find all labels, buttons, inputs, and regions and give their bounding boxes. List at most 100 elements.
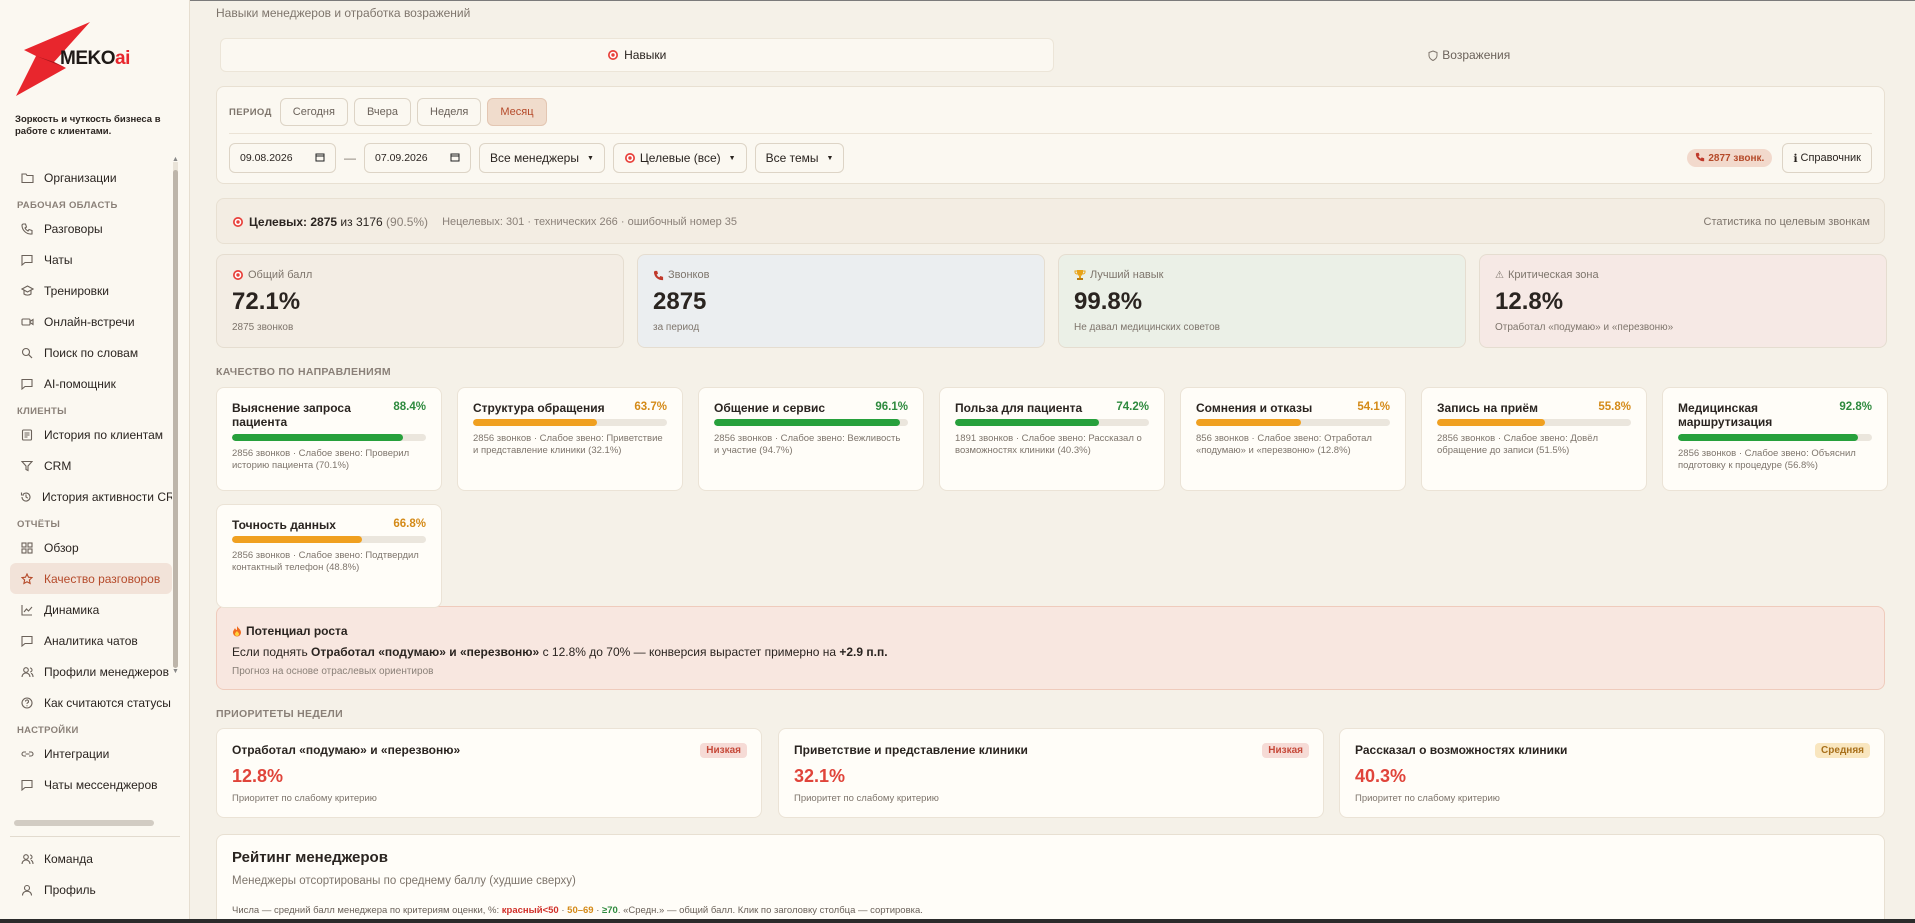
window-bottom-strip [0, 919, 1915, 923]
legend-text-post: . «Средн.» — общий балл. Клик по заголов… [617, 905, 923, 916]
sidebar-horizontal-scrollbar[interactable] [14, 820, 154, 826]
targets-details: Нецелевых: 301 · технических 266 · ошибо… [442, 216, 738, 228]
sidebar-item-label: История по клиентам [44, 427, 164, 442]
sidebar-item-messenger-chats[interactable]: Чаты мессенджеров [10, 769, 172, 800]
manager-rating-panel: Рейтинг менеджеров Менеджеры отсортирова… [216, 834, 1885, 923]
target-select[interactable]: Целевые (все) ▼ [612, 143, 747, 173]
period-today-button[interactable]: Сегодня [279, 98, 348, 126]
managers-select[interactable]: Все менеджеры ▼ [479, 143, 605, 173]
filters-divider [229, 133, 1872, 134]
direction-progress-bar [1196, 419, 1390, 426]
reference-button[interactable]: ℹ Справочник [1782, 143, 1872, 173]
sidebar-item-call-quality[interactable]: Качество разговоров [10, 563, 172, 594]
tab-skills[interactable]: Навыки [220, 38, 1054, 72]
sidebar-item-status-help[interactable]: Как считаются статусы [10, 687, 172, 718]
date-from-input[interactable]: 09.08.2026 [229, 143, 336, 173]
direction-percent: 74.2% [1116, 401, 1149, 413]
kpi-value: 99.8% [1074, 288, 1143, 315]
period-month-button[interactable]: Месяц [487, 98, 547, 126]
chat-icon [20, 253, 34, 267]
priority-subtitle: Приоритет по слабому критерию [1355, 793, 1500, 804]
targets-of: из [340, 215, 353, 229]
user-icon [20, 883, 34, 897]
priority-card[interactable]: Отработал «подумаю» и «перезвоню» Низкая… [216, 728, 762, 818]
date-separator: — [344, 151, 356, 165]
tab-objections[interactable]: Возражения [1054, 38, 1886, 72]
calendar-icon [315, 152, 325, 165]
sidebar-item-manager-profiles[interactable]: Профили менеджеров [10, 656, 172, 687]
brand-logo[interactable]: MEKOai [14, 18, 164, 98]
sidebar-item-label: Поиск по словам [44, 345, 139, 360]
scroll-up-icon[interactable]: ▲ [172, 156, 179, 163]
priority-card[interactable]: Рассказал о возможностях клиники Средняя… [1339, 728, 1885, 818]
targets-label: Целевых: [249, 215, 308, 229]
kpi-subtitle: 2875 звонков [232, 322, 294, 333]
direction-progress-bar [955, 419, 1149, 426]
direction-card[interactable]: Медицинская маршрутизация 92.8% 2856 звонк… [1662, 387, 1888, 491]
direction-card[interactable]: Общение и сервис 96.1% 2856 звонков · Слаб… [698, 387, 924, 491]
sidebar-item-chat-analytics[interactable]: Аналитика чатов [10, 625, 172, 656]
priority-card[interactable]: Приветствие и представление клиники Низк… [778, 728, 1324, 818]
growth-note: Прогноз на основе отраслевых ориентиров [232, 666, 434, 677]
topics-select-value: Все темы [765, 151, 819, 165]
direction-card[interactable]: Выяснение запроса пациента 88.4% 2856 звон… [216, 387, 442, 491]
scroll-down-icon[interactable]: ▼ [172, 668, 179, 675]
sidebar-item-crm-activity[interactable]: История активности CRM [10, 481, 172, 512]
sidebar-scrollbar[interactable]: ▲ ▼ [172, 156, 179, 675]
date-to-input[interactable]: 07.09.2026 [364, 143, 471, 173]
info-icon: ℹ [1793, 152, 1798, 165]
sidebar-item-client-history[interactable]: История по клиентам [10, 419, 172, 450]
users-icon [20, 665, 34, 679]
sidebar-nav: Организации РАБОЧАЯ ОБЛАСТЬ Разговоры Ча… [10, 162, 172, 800]
chevron-down-icon: ▼ [586, 154, 594, 162]
targets-stats-label: Статистика по целевым звонкам [1703, 216, 1870, 228]
direction-progress-fill [1678, 434, 1859, 441]
kpi-subtitle: Не давал медицинских советов [1074, 322, 1220, 333]
tab-label: Возражения [1442, 48, 1511, 62]
direction-percent: 63.7% [634, 401, 667, 413]
kpi-title: Лучший навык [1090, 269, 1164, 281]
growth-text-mid: с 12.8% до 70% — конверсия вырастет прим… [542, 645, 836, 659]
direction-card[interactable]: Польза для пациента 74.2% 1891 звонков · С… [939, 387, 1165, 491]
direction-progress-fill [232, 434, 404, 441]
chevron-down-icon: ▼ [826, 154, 834, 162]
sidebar-item-profile[interactable]: Профиль [10, 874, 172, 905]
rating-legend: Числа — средний балл менеджера по критер… [232, 905, 1869, 916]
tab-bar: Навыки Возражения [220, 38, 1885, 72]
sidebar-item-trainings[interactable]: Тренировки [10, 275, 172, 306]
sidebar-item-chats[interactable]: Чаты [10, 244, 172, 275]
sidebar-item-overview[interactable]: Обзор [10, 532, 172, 563]
sidebar-item-dynamics[interactable]: Динамика [10, 594, 172, 625]
direction-card[interactable]: Точность данных 66.8% 2856 звонков · Слабо… [216, 504, 442, 608]
link-icon [20, 747, 34, 761]
target-icon [624, 152, 636, 164]
sidebar-item-label: Организации [44, 170, 117, 185]
trophy-icon [1074, 269, 1086, 281]
sidebar-scrollbar-thumb[interactable] [173, 170, 178, 668]
sidebar-section-title: КЛИЕНТЫ [17, 406, 67, 417]
direction-progress-bar [1678, 434, 1872, 441]
period-yesterday-button[interactable]: Вчера [353, 98, 411, 126]
direction-description: 2856 звонков · Слабое звено: Вежливость … [714, 433, 901, 456]
sidebar-item-ai-assistant[interactable]: AI-помощник [10, 368, 172, 399]
sidebar-item-label: Онлайн-встречи [44, 314, 135, 329]
sidebar-item-conversations[interactable]: Разговоры [10, 213, 172, 244]
sidebar-item-word-search[interactable]: Поиск по словам [10, 337, 172, 368]
sidebar-item-online-meetings[interactable]: Онлайн-встречи [10, 306, 172, 337]
direction-card[interactable]: Структура обращения 63.7% 2856 звонков · С… [457, 387, 683, 491]
search-icon [20, 346, 34, 360]
legend-orange: 50–69 [567, 905, 594, 916]
direction-card[interactable]: Запись на приём 55.8% 2856 звонков · Слабо… [1421, 387, 1647, 491]
period-week-button[interactable]: Неделя [417, 98, 482, 126]
sidebar-item-team[interactable]: Команда [10, 843, 172, 874]
sidebar-item-organizations[interactable]: Организации [10, 162, 172, 193]
target-icon [607, 49, 619, 61]
chevron-down-icon: ▼ [728, 154, 736, 162]
sidebar-item-integrations[interactable]: Интеграции [10, 738, 172, 769]
sidebar-item-crm[interactable]: CRM [10, 450, 172, 481]
calendar-icon [450, 152, 460, 165]
targets-value: 2875 [310, 215, 338, 229]
topics-select[interactable]: Все темы ▼ [754, 143, 845, 173]
direction-card[interactable]: Сомнения и отказы 54.1% 856 звонков · Слаб… [1180, 387, 1406, 491]
target-icon [232, 216, 244, 228]
